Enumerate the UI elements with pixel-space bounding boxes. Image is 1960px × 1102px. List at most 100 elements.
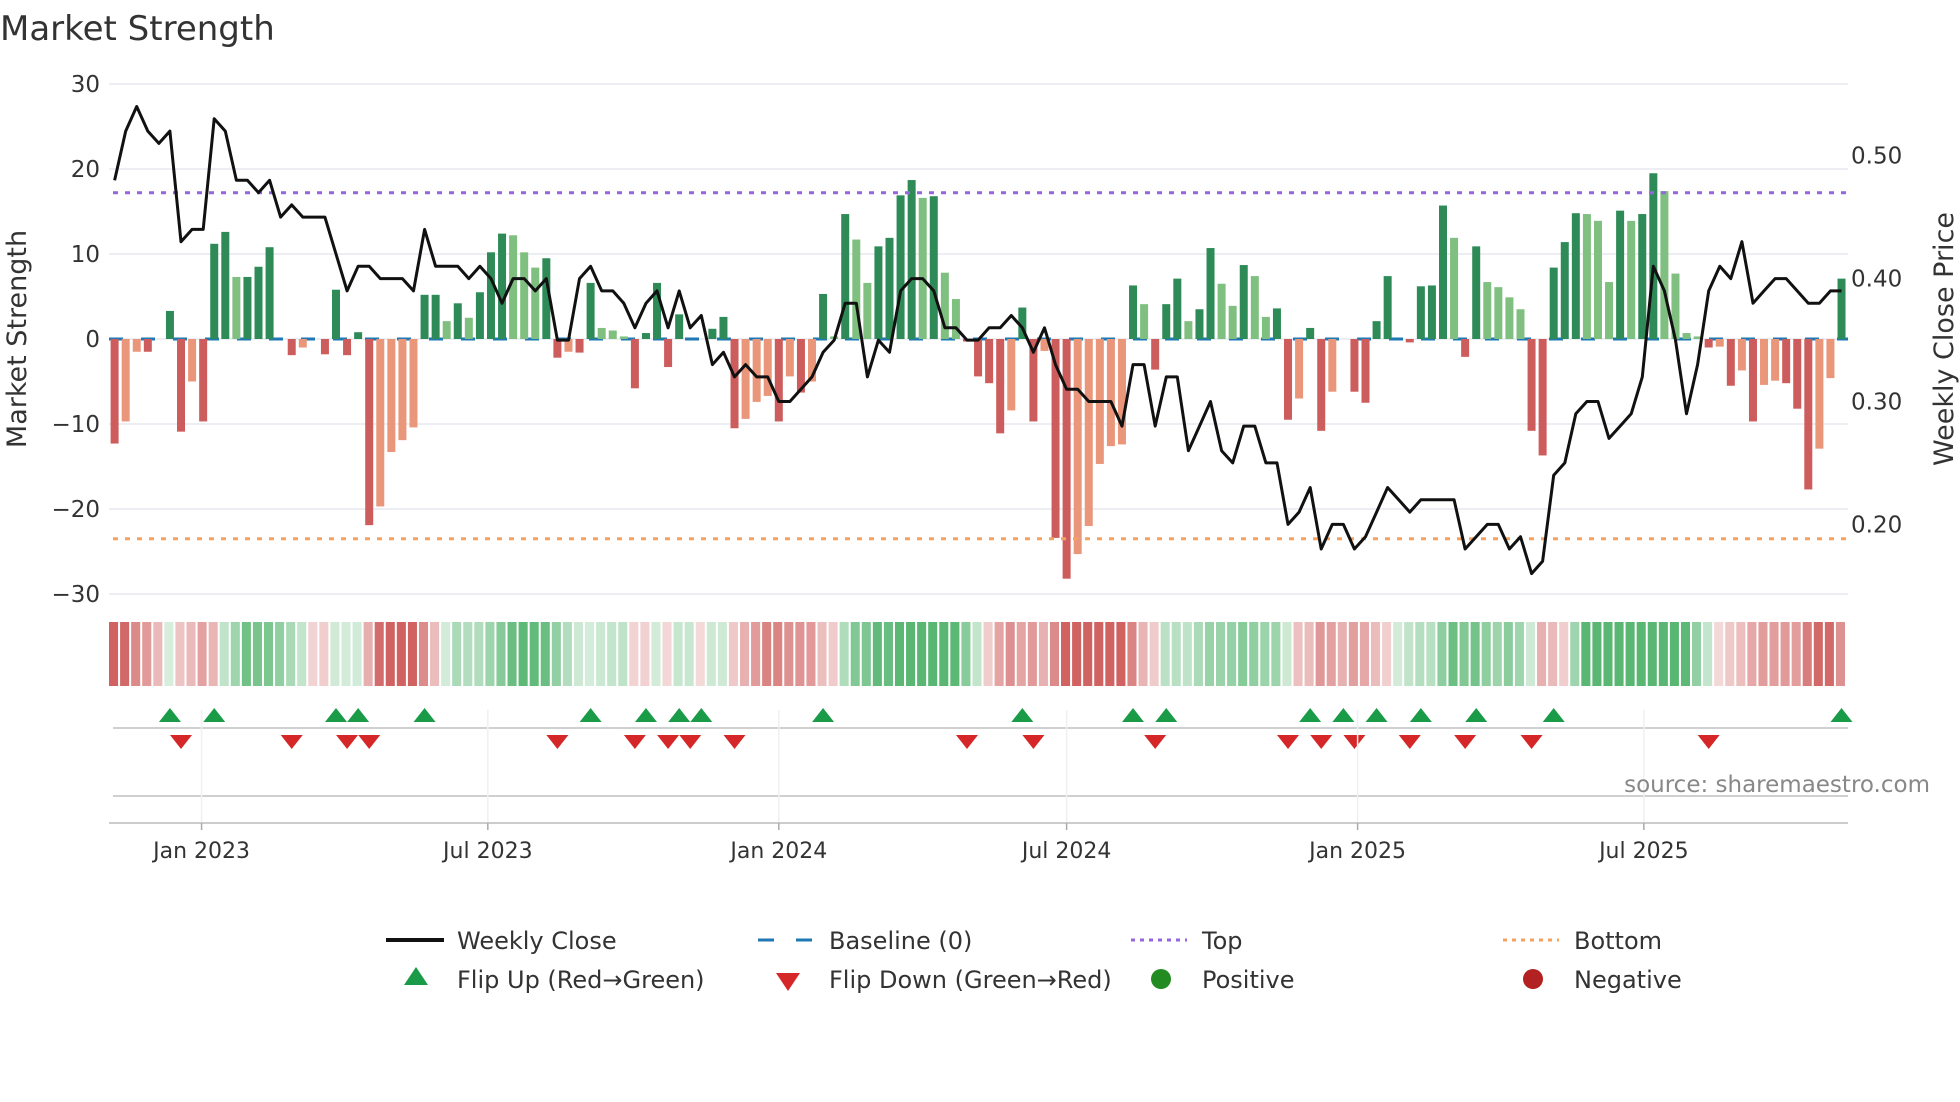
strength-bar (719, 316, 728, 339)
strength-bar (1062, 339, 1071, 579)
legend-label: Flip Up (Red→Green) (457, 966, 705, 994)
heatmap-cell (1415, 622, 1425, 686)
heatmap-cell (540, 622, 550, 686)
strength-bar (1494, 287, 1503, 339)
heatmap-cell (208, 622, 218, 686)
flip-down-marker (280, 735, 303, 749)
heatmap-cell (175, 622, 185, 686)
strength-bars (110, 173, 1846, 579)
heatmap-cell (1647, 622, 1657, 686)
strength-bar (199, 339, 208, 422)
heatmap-cell (795, 622, 805, 686)
heatmap-cell (120, 622, 130, 686)
flip-up-marker (634, 708, 657, 722)
strength-bar (498, 233, 507, 339)
heatmap-cell (1293, 622, 1303, 686)
heatmap-cell (1238, 622, 1248, 686)
flip-down-marker (1277, 735, 1300, 749)
flip-up-marker (1365, 708, 1388, 722)
flip-up-marker (690, 708, 713, 722)
strength-bar (1228, 305, 1237, 339)
heatmap-cell (1072, 622, 1082, 686)
heatmap-cell (1260, 622, 1270, 686)
y2-tick-label: 0.30 (1851, 390, 1902, 416)
flip-down-marker (1398, 735, 1421, 749)
strength-bar (1106, 339, 1115, 447)
strength-bar (1715, 339, 1724, 347)
x-tick-label: Jan 2024 (728, 839, 827, 864)
flip-down-marker (358, 735, 381, 749)
flip-down-marker (1343, 735, 1366, 749)
heatmap-cell (950, 622, 960, 686)
strength-bar (597, 327, 606, 339)
strength-bar (1372, 321, 1381, 339)
heatmap-cell (1703, 622, 1713, 686)
strength-bar (553, 339, 562, 358)
heatmap-cell (872, 622, 882, 686)
heatmap-cell (1636, 622, 1646, 686)
strength-bar (298, 339, 307, 348)
flip-down-marker (1520, 735, 1543, 749)
y2-tick-label: 0.40 (1851, 267, 1902, 293)
heatmap-cell (297, 622, 307, 686)
heatmap-cell (496, 622, 506, 686)
heatmap-cell (1127, 622, 1137, 686)
strength-bar (641, 333, 650, 339)
y2-tick-label: 0.20 (1851, 512, 1902, 538)
y2-tick-label: 0.50 (1851, 144, 1902, 170)
heatmap-cell (1204, 622, 1214, 686)
strength-bar (985, 339, 994, 384)
strength-bar (1261, 316, 1270, 339)
strength-bar (398, 339, 407, 441)
heatmap-cell (507, 622, 517, 686)
heatmap-cell (341, 622, 351, 686)
legend-item-flip-down: Flip Down (Green→Red) (776, 966, 1112, 994)
legend-label: Negative (1574, 966, 1682, 994)
strength-bar (531, 267, 540, 339)
strength-bar (918, 197, 927, 339)
strength-bar (121, 339, 130, 422)
heatmap-cell (1359, 622, 1369, 686)
flip-up-marker (812, 708, 835, 722)
x-tick-label: Jul 2025 (1597, 839, 1689, 864)
heatmap-cell (252, 622, 262, 686)
strength-bar (409, 339, 418, 428)
circle-icon (1523, 969, 1543, 989)
heatmap-cell (1503, 622, 1513, 686)
heatmap-cell (1315, 622, 1325, 686)
heatmap-cell (518, 622, 528, 686)
legend-item-negative: Negative (1523, 966, 1682, 994)
strength-bar (486, 252, 495, 339)
heatmap-cell (374, 622, 384, 686)
heatmap-cell (430, 622, 440, 686)
heatmap-cell (961, 622, 971, 686)
strength-bar (165, 310, 174, 339)
heatmap-cell (1193, 622, 1203, 686)
flip-up-marker (1011, 708, 1034, 722)
legend: Weekly Close Baseline (0) Top Bottom Flip Up… (386, 927, 1682, 994)
strength-bar (1538, 339, 1547, 456)
heatmap-cell (1791, 622, 1801, 686)
heatmap-cell (828, 622, 838, 686)
heatmap-cell (263, 622, 274, 686)
heatmap-cell (142, 622, 152, 686)
strength-bar (354, 332, 363, 339)
heatmap-cell (928, 622, 938, 686)
legend-item-weekly-close: Weekly Close (386, 927, 617, 955)
legend-label: Baseline (0) (829, 927, 972, 955)
heatmap-cell (1470, 622, 1480, 686)
heatmap-cell (363, 622, 373, 686)
strength-bar (1140, 304, 1149, 339)
strength-bar (1284, 339, 1293, 420)
strength-bar (974, 339, 983, 377)
heatmap-cell (551, 622, 561, 686)
heatmap-cell (784, 622, 794, 686)
heatmap-cell (762, 622, 772, 686)
strength-bar (774, 339, 783, 422)
legend-label: Bottom (1574, 927, 1662, 955)
strength-bar (1162, 304, 1171, 339)
heatmap-cell (109, 622, 119, 686)
legend-item-top: Top (1131, 927, 1243, 955)
flip-down-marker (723, 735, 746, 749)
strength-bar (265, 247, 274, 339)
